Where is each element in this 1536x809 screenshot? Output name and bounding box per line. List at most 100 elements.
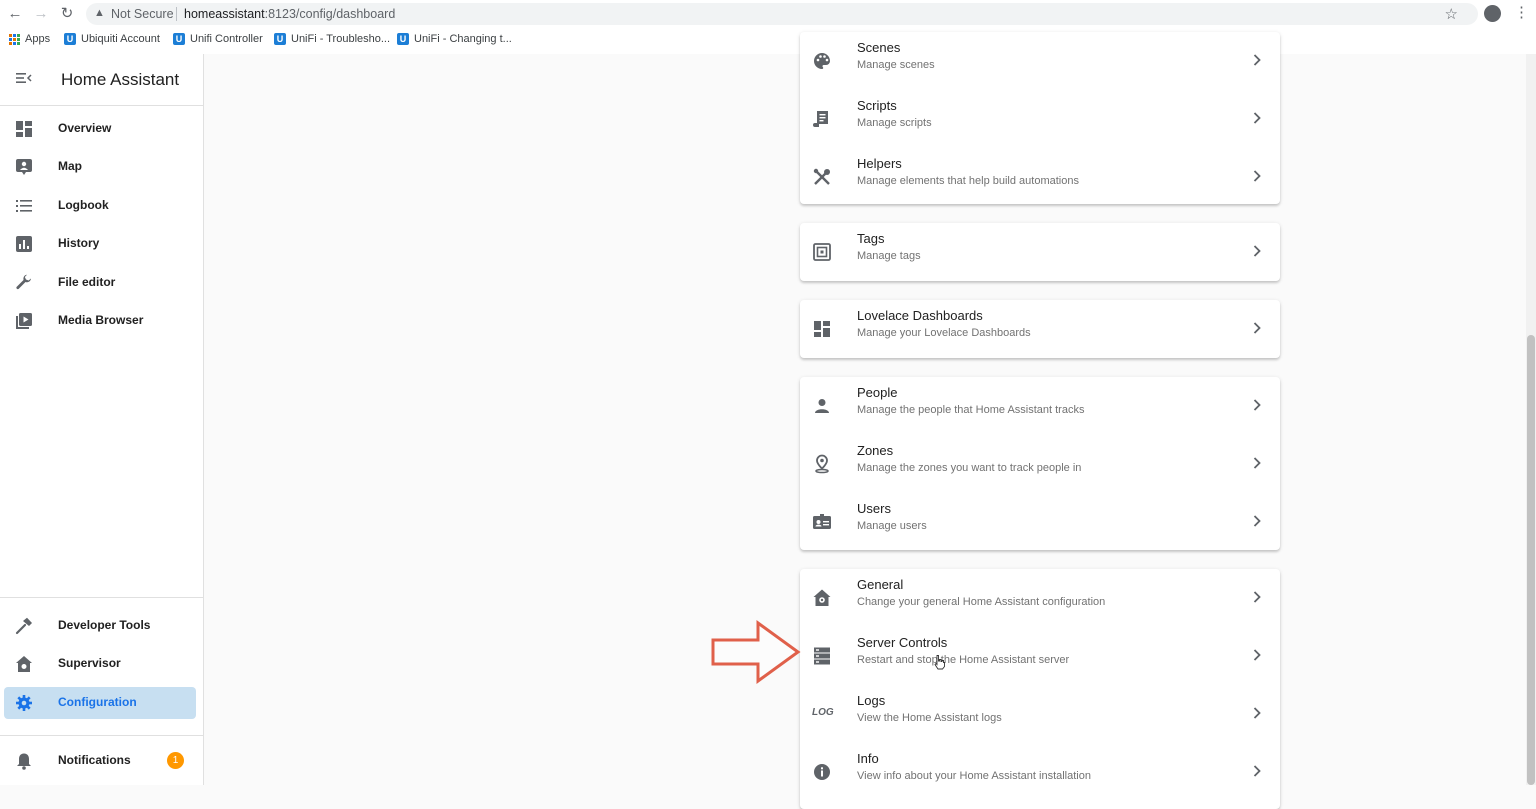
- menu-collapse-icon[interactable]: [16, 70, 32, 86]
- main-content: Scenes Manage scenes Scripts Manage scri…: [204, 32, 1526, 809]
- row-subtitle: Change your general Home Assistant confi…: [857, 596, 1106, 608]
- map-marker-icon: [815, 454, 829, 474]
- sidebar-item-media-browser[interactable]: Media Browser: [4, 305, 196, 337]
- sidebar-item-label: File editor: [58, 275, 116, 289]
- row-subtitle: Manage scenes: [857, 59, 935, 71]
- badge-icon: [813, 514, 831, 529]
- profile-avatar-icon[interactable]: [1484, 5, 1501, 22]
- notification-count-badge: 1: [167, 752, 184, 769]
- config-row-server-controls[interactable]: Server Controls Restart and stop the Hom…: [800, 627, 1280, 685]
- omnibox-divider: [176, 7, 177, 21]
- person-icon: [815, 399, 829, 413]
- sidebar-item-overview[interactable]: Overview: [4, 113, 196, 145]
- config-row-scripts[interactable]: Scripts Manage scripts: [800, 90, 1280, 148]
- row-subtitle: Manage scripts: [857, 117, 932, 129]
- browser-chrome: ← → ↻ ▲ Not Secure homeassistant:8123/co…: [0, 0, 1536, 55]
- sidebar-item-supervisor[interactable]: Supervisor: [4, 648, 196, 680]
- sidebar-item-developer-tools[interactable]: Developer Tools: [4, 610, 196, 642]
- reload-icon[interactable]: ↻: [57, 4, 77, 24]
- media-icon: [16, 313, 32, 329]
- nfc-icon: [813, 243, 831, 261]
- url-text[interactable]: homeassistant:8123/config/dashboard: [184, 7, 395, 21]
- chevron-right-icon: [1253, 591, 1261, 603]
- row-title: Scenes: [857, 40, 901, 55]
- back-icon[interactable]: ←: [5, 4, 25, 24]
- row-title: General: [857, 577, 904, 592]
- sidebar-item-logbook[interactable]: Logbook: [4, 190, 196, 222]
- chevron-right-icon: [1253, 399, 1261, 411]
- hand-cursor-icon: [934, 655, 945, 670]
- ubiquiti-icon: U: [397, 33, 409, 45]
- sidebar-item-configuration[interactable]: Configuration: [4, 687, 196, 719]
- bookmark-ubiquiti-account[interactable]: U Ubiquiti Account: [64, 33, 160, 45]
- chevron-right-icon: [1253, 765, 1261, 777]
- bookmark-label: UniFi - Changing t...: [414, 33, 512, 45]
- sidebar-item-label: Supervisor: [58, 656, 121, 670]
- bookmark-apps[interactable]: Apps: [9, 33, 50, 45]
- config-row-users[interactable]: Users Manage users: [800, 493, 1280, 551]
- row-subtitle: View the Home Assistant logs: [857, 712, 1002, 724]
- chevron-right-icon: [1253, 707, 1261, 719]
- ubiquiti-icon: U: [173, 33, 185, 45]
- sidebar-item-label: Developer Tools: [58, 618, 151, 632]
- row-subtitle: Manage the zones you want to track peopl…: [857, 462, 1082, 474]
- system-card: General Change your general Home Assista…: [800, 569, 1280, 809]
- row-title: Info: [857, 751, 879, 766]
- people-card: People Manage the people that Home Assis…: [800, 377, 1280, 550]
- script-icon: [813, 111, 828, 127]
- url-host: homeassistant: [184, 7, 265, 21]
- chart-icon: [16, 236, 32, 252]
- row-subtitle: Manage your Lovelace Dashboards: [857, 327, 1031, 339]
- config-row-zones[interactable]: Zones Manage the zones you want to track…: [800, 435, 1280, 493]
- server-icon: [814, 647, 830, 665]
- tools-icon: [813, 168, 830, 185]
- chevron-right-icon: [1253, 54, 1261, 66]
- config-row-general[interactable]: General Change your general Home Assista…: [800, 569, 1280, 627]
- address-bar[interactable]: ▲ Not Secure homeassistant:8123/config/d…: [86, 3, 1478, 25]
- map-icon: [16, 159, 32, 175]
- list-icon: [16, 200, 32, 212]
- config-row-helpers[interactable]: Helpers Manage elements that help build …: [800, 148, 1280, 206]
- forward-icon[interactable]: →: [31, 4, 51, 24]
- chevron-right-icon: [1253, 245, 1261, 257]
- dashboards-card: Lovelace Dashboards Manage your Lovelace…: [800, 300, 1280, 358]
- row-title: Helpers: [857, 156, 902, 171]
- annotation-arrow-icon: [711, 620, 801, 684]
- sidebar-title: Home Assistant: [61, 70, 180, 89]
- row-subtitle: Manage users: [857, 520, 927, 532]
- config-row-scenes[interactable]: Scenes Manage scenes: [800, 32, 1280, 90]
- config-row-tags[interactable]: Tags Manage tags: [800, 223, 1280, 281]
- automation-card: Scenes Manage scenes Scripts Manage scri…: [800, 32, 1280, 204]
- page-scrollbar[interactable]: [1526, 54, 1536, 785]
- sidebar-item-history[interactable]: History: [4, 228, 196, 260]
- row-subtitle: Manage tags: [857, 250, 921, 262]
- bookmark-unifi-changing[interactable]: U UniFi - Changing t...: [397, 33, 512, 45]
- wrench-icon: [16, 274, 31, 290]
- config-row-info[interactable]: Info View info about your Home Assistant…: [800, 743, 1280, 801]
- row-title: Lovelace Dashboards: [857, 308, 983, 323]
- config-row-logs[interactable]: LOG Logs View the Home Assistant logs: [800, 685, 1280, 743]
- tags-card: Tags Manage tags: [800, 223, 1280, 281]
- row-title: Server Controls: [857, 635, 948, 650]
- row-title: People: [857, 385, 898, 400]
- sidebar-item-notifications[interactable]: Notifications 1: [4, 745, 196, 777]
- browser-menu-icon[interactable]: ⋮: [1514, 4, 1529, 22]
- ubiquiti-icon: U: [274, 33, 286, 45]
- bookmark-star-icon[interactable]: ☆: [1445, 5, 1458, 23]
- sidebar-item-file-editor[interactable]: File editor: [4, 267, 196, 299]
- bookmarks-bar: Apps U Ubiquiti Account U Unifi Controll…: [0, 31, 1536, 51]
- gear-icon: [16, 695, 32, 711]
- bookmark-unifi-troubleshoot[interactable]: U UniFi - Troublesho...: [274, 33, 390, 45]
- config-row-people[interactable]: People Manage the people that Home Assis…: [800, 377, 1280, 435]
- sidebar-divider: [0, 735, 203, 736]
- row-title: Zones: [857, 443, 894, 458]
- chevron-right-icon: [1253, 515, 1261, 527]
- dashboard-icon: [814, 321, 830, 337]
- sidebar-item-map[interactable]: Map: [4, 151, 196, 183]
- chevron-right-icon: [1253, 170, 1261, 182]
- palette-icon: [814, 53, 830, 69]
- scrollbar-thumb[interactable]: [1527, 335, 1535, 785]
- config-row-lovelace-dashboards[interactable]: Lovelace Dashboards Manage your Lovelace…: [800, 300, 1280, 358]
- bookmark-unifi-controller[interactable]: U Unifi Controller: [173, 33, 263, 45]
- warning-icon: ▲: [94, 7, 105, 19]
